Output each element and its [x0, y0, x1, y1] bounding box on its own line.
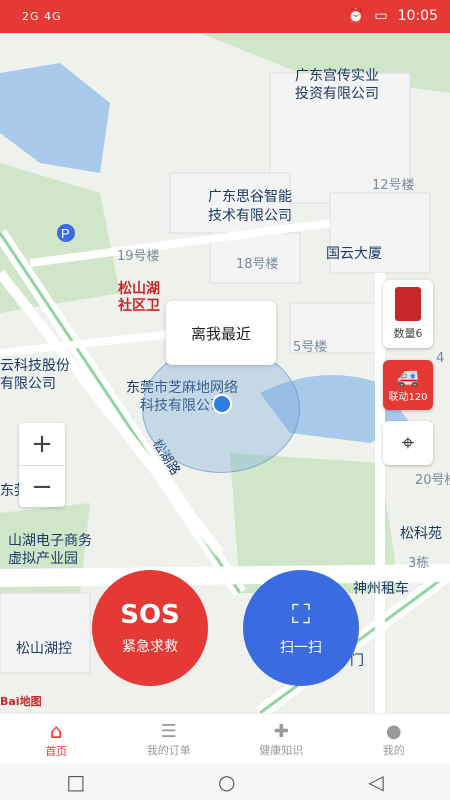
map-label[interactable]: 广东思谷智能 [208, 186, 292, 206]
map-label[interactable]: 云科技股份 [0, 355, 70, 375]
aed-cabinet-icon [395, 287, 421, 321]
ambulance-120-button[interactable]: 🚑 联动120 [383, 360, 433, 410]
nearest-popup[interactable]: 离我最近 [166, 301, 276, 365]
tab-label: 健康知识 [259, 743, 304, 757]
status-bar: 2G 4G ⏰ ▭ 10:05 [0, 0, 450, 33]
sos-title: SOS [120, 600, 180, 630]
tab-health[interactable]: ✚ 健康知识 [225, 714, 338, 764]
back-icon[interactable]: ◁ [368, 770, 383, 794]
scan-icon: ⛶ [291, 599, 311, 630]
sos-button[interactable]: SOS 紧急求救 [92, 570, 208, 686]
map-label: 12号楼 [372, 178, 415, 193]
map-label: 5号楼 [293, 340, 328, 355]
map-label[interactable]: 神州租车 [353, 578, 409, 598]
svg-text:P: P [61, 226, 70, 241]
crosshair-icon: ⌖ [401, 430, 415, 456]
alarm-icon: ⏰ [346, 8, 365, 24]
tab-label: 我的订单 [146, 743, 191, 757]
scan-subtitle: 扫一扫 [280, 639, 322, 656]
zoom-in-button[interactable]: + [19, 423, 65, 465]
current-location-dot [212, 394, 232, 414]
map-label[interactable]: 松科苑 [400, 523, 442, 543]
battery-icon: ▭ [374, 8, 388, 24]
map-label[interactable]: 虚拟产业园 [8, 548, 78, 568]
map-label: 20号楼 [415, 473, 450, 488]
recents-icon[interactable]: □ [66, 770, 85, 794]
popup-text: 离我最近 [190, 324, 251, 343]
ambulance-label: 联动120 [388, 392, 428, 403]
map-label[interactable]: 有限公司 [0, 373, 56, 393]
map-label: 3栋 [408, 556, 430, 571]
map-label[interactable]: 松山湖控 [16, 638, 72, 658]
device-count-label: 数量6 [393, 327, 423, 340]
map-label[interactable]: 技术有限公司 [208, 205, 292, 225]
scan-button[interactable]: ⛶ 扫一扫 [243, 570, 359, 686]
map-label: 18号楼 [236, 257, 279, 272]
locate-me-button[interactable]: ⌖ [383, 421, 433, 465]
device-count-button[interactable]: 数量6 [383, 280, 433, 348]
map-label[interactable]: 国云大厦 [326, 243, 382, 263]
map-label[interactable]: 投资有限公司 [295, 83, 379, 103]
map-label: 19号楼 [117, 249, 160, 264]
tab-orders[interactable]: ☰ 我的订单 [113, 714, 226, 764]
user-icon: ● [385, 720, 402, 742]
map-label[interactable]: 山湖电子商务 [8, 530, 92, 550]
clock: 10:05 [397, 8, 438, 24]
tab-label: 首页 [45, 745, 68, 758]
home-icon: ⌂ [49, 719, 63, 743]
baidu-map-logo: Bai地图 [0, 695, 42, 708]
map-view[interactable]: P 广东宫传实业 投资有限公司 广东思谷智能 技术有限公司 12号楼 19号楼 … [0, 33, 450, 713]
home-nav-icon[interactable]: ○ [218, 770, 235, 794]
zoom-out-button[interactable]: − [19, 466, 65, 508]
tab-profile[interactable]: ● 我的 [338, 714, 450, 764]
map-label[interactable]: 社区卫 [118, 295, 160, 315]
zoom-control: + − [19, 423, 65, 507]
sos-subtitle: 紧急求救 [122, 639, 178, 655]
signal-indicator: 2G 4G [22, 10, 62, 23]
system-nav-bar: □ ○ ◁ [0, 763, 450, 800]
health-icon: ✚ [273, 720, 289, 742]
tab-label: 我的 [382, 743, 405, 757]
bottom-tab-bar: ⌂ 首页 ☰ 我的订单 ✚ 健康知识 ● 我的 [0, 713, 450, 764]
map-label: 4 [436, 351, 445, 366]
map-label[interactable]: 广东宫传实业 [295, 65, 379, 85]
orders-icon: ☰ [160, 720, 177, 742]
tab-home[interactable]: ⌂ 首页 [0, 714, 113, 764]
ambulance-icon: 🚑 [396, 367, 420, 388]
